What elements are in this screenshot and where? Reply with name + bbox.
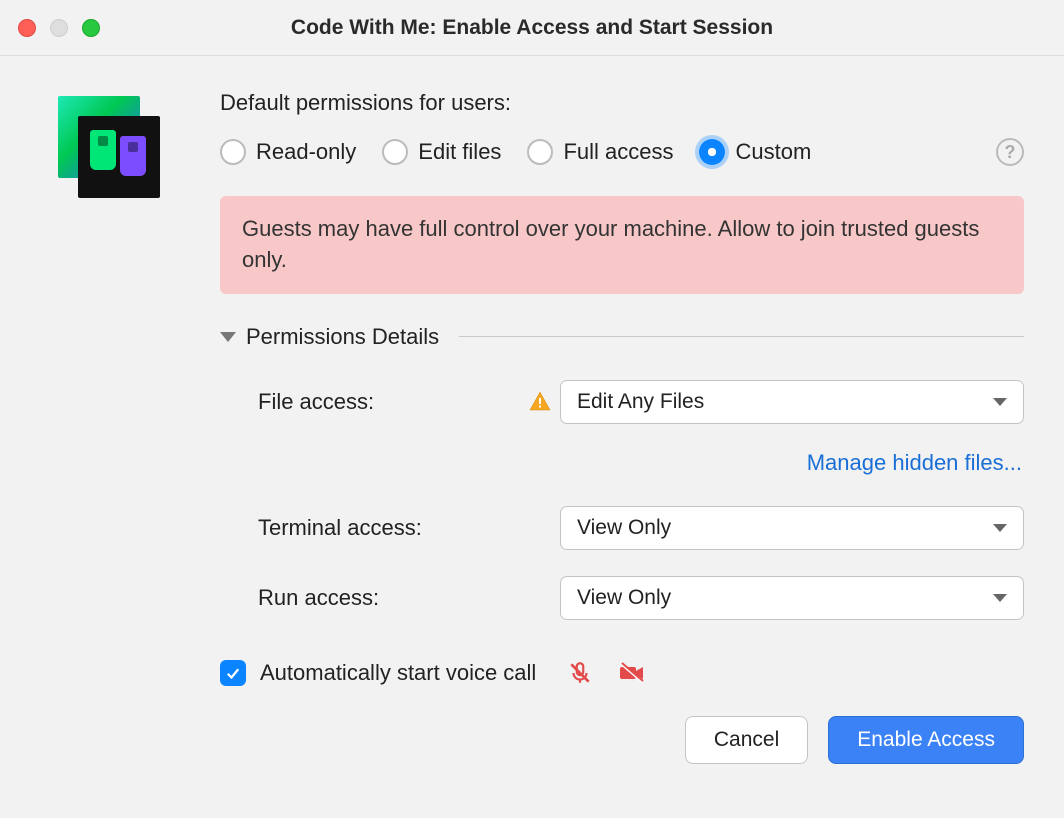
manage-hidden-row: Manage hidden files... xyxy=(220,450,1024,476)
enable-access-button-label: Enable Access xyxy=(857,728,995,752)
main-column: Default permissions for users: Read-only… xyxy=(220,90,1024,764)
warning-banner: Guests may have full control over your m… xyxy=(220,196,1024,294)
file-access-row: File access: Edit Any Files xyxy=(220,380,1024,424)
radio-icon xyxy=(527,139,553,165)
manage-hidden-files-link[interactable]: Manage hidden files... xyxy=(807,450,1022,475)
dialog-buttons: Cancel Enable Access xyxy=(220,716,1024,764)
file-access-value: Edit Any Files xyxy=(577,390,704,414)
chevron-down-icon xyxy=(993,398,1007,406)
disclosure-triangle-icon xyxy=(220,332,236,342)
minimize-window-button[interactable] xyxy=(50,19,68,37)
terminal-access-select[interactable]: View Only xyxy=(560,506,1024,550)
radio-full-access[interactable]: Full access xyxy=(527,139,673,165)
terminal-access-value: View Only xyxy=(577,516,671,540)
help-icon[interactable]: ? xyxy=(996,138,1024,166)
file-access-select[interactable]: Edit Any Files xyxy=(560,380,1024,424)
microphone-muted-icon[interactable] xyxy=(566,660,594,686)
terminal-access-label: Terminal access: xyxy=(258,515,528,541)
radio-fullaccess-label: Full access xyxy=(563,139,673,165)
run-access-label: Run access: xyxy=(258,585,528,611)
voice-call-row: Automatically start voice call xyxy=(220,660,1024,686)
zoom-window-button[interactable] xyxy=(82,19,100,37)
icon-column xyxy=(40,90,220,764)
separator xyxy=(459,336,1024,337)
cancel-button[interactable]: Cancel xyxy=(685,716,808,764)
titlebar: Code With Me: Enable Access and Start Se… xyxy=(0,0,1064,56)
voice-call-checkbox[interactable] xyxy=(220,660,246,686)
radio-readonly[interactable]: Read-only xyxy=(220,139,356,165)
details-title: Permissions Details xyxy=(246,324,439,350)
cancel-button-label: Cancel xyxy=(714,728,779,752)
file-access-label: File access: xyxy=(258,389,528,415)
permission-radio-group: Read-only Edit files Full access Custom … xyxy=(220,138,1024,166)
window-controls xyxy=(18,19,100,37)
code-with-me-icon xyxy=(58,96,158,206)
radio-icon xyxy=(699,139,725,165)
chevron-down-icon xyxy=(993,524,1007,532)
warning-icon xyxy=(528,390,560,414)
details-header[interactable]: Permissions Details xyxy=(220,324,1024,350)
terminal-access-row: Terminal access: View Only xyxy=(220,506,1024,550)
radio-icon xyxy=(382,139,408,165)
run-access-value: View Only xyxy=(577,586,671,610)
radio-edit-files[interactable]: Edit files xyxy=(382,139,501,165)
run-access-row: Run access: View Only xyxy=(220,576,1024,620)
dialog-content: Default permissions for users: Read-only… xyxy=(0,56,1064,794)
enable-access-button[interactable]: Enable Access xyxy=(828,716,1024,764)
radio-custom[interactable]: Custom xyxy=(699,139,811,165)
run-access-select[interactable]: View Only xyxy=(560,576,1024,620)
radio-readonly-label: Read-only xyxy=(256,139,356,165)
permissions-heading: Default permissions for users: xyxy=(220,90,1024,116)
camera-off-icon[interactable] xyxy=(618,660,646,686)
radio-custom-label: Custom xyxy=(735,139,811,165)
help-symbol: ? xyxy=(1005,142,1016,163)
warning-text: Guests may have full control over your m… xyxy=(242,216,979,272)
close-window-button[interactable] xyxy=(18,19,36,37)
voice-call-label: Automatically start voice call xyxy=(260,660,536,686)
chevron-down-icon xyxy=(993,594,1007,602)
window-title: Code With Me: Enable Access and Start Se… xyxy=(291,16,773,40)
radio-icon xyxy=(220,139,246,165)
radio-editfiles-label: Edit files xyxy=(418,139,501,165)
